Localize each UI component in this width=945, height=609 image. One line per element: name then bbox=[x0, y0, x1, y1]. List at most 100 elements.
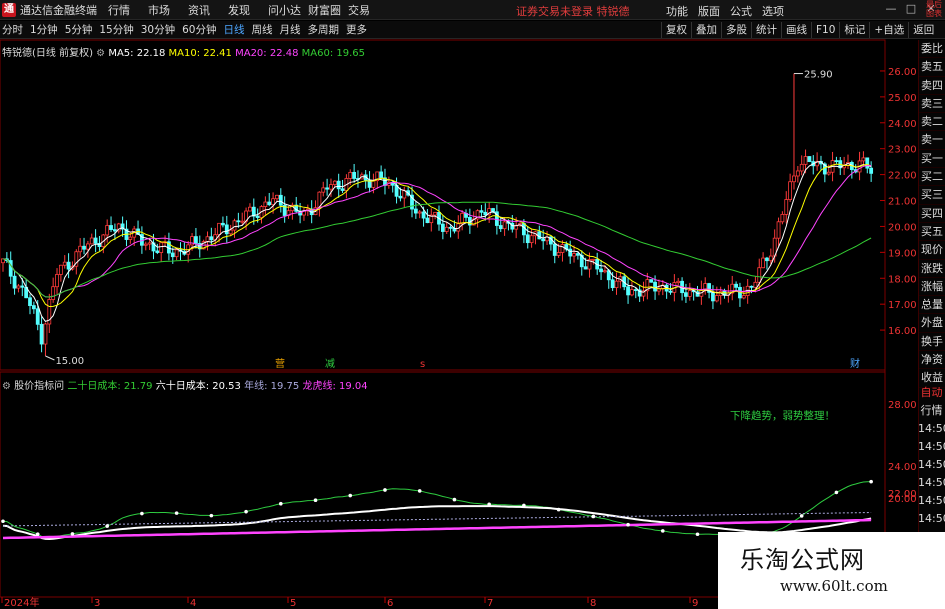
price-tick: 19.00 bbox=[888, 248, 917, 259]
menu-ask[interactable]: 问小达 bbox=[266, 2, 306, 18]
candle-body bbox=[325, 187, 330, 190]
menu-market[interactable]: 市场 bbox=[146, 2, 186, 18]
maximize-icon[interactable]: □ bbox=[901, 2, 921, 15]
menu-discover[interactable]: 发现 bbox=[226, 2, 266, 18]
date-label: 7 bbox=[487, 598, 493, 609]
candle-body bbox=[31, 305, 36, 310]
candle-body bbox=[541, 238, 546, 242]
panel-item: 买二 bbox=[919, 168, 945, 187]
menu-formula[interactable]: 公式 bbox=[730, 3, 752, 19]
auto-button[interactable]: 自动 bbox=[918, 384, 945, 402]
login-notice[interactable]: 证券交易未登录 特锐德 bbox=[516, 3, 630, 19]
menu-function[interactable]: 功能 bbox=[666, 3, 688, 19]
tab-30min[interactable]: 30分钟 bbox=[141, 22, 175, 37]
candle-body bbox=[576, 253, 580, 256]
panel-item: 买四 bbox=[919, 205, 945, 223]
tab-60min[interactable]: 60分钟 bbox=[182, 22, 216, 37]
tab-1min[interactable]: 1分钟 bbox=[30, 22, 58, 37]
sub-legend: ⚙ 股价指标问 二十日成本: 21.79 六十日成本: 20.53 年线: 19… bbox=[2, 377, 368, 392]
candle-body bbox=[560, 244, 565, 253]
candle-body bbox=[379, 171, 384, 179]
app-title: 通达信金融终端 bbox=[20, 3, 97, 17]
tool-add-watchlist[interactable]: +自选 bbox=[869, 22, 908, 38]
menu-quotes[interactable]: 行情 bbox=[106, 2, 146, 18]
main-panel-frame bbox=[0, 39, 886, 371]
cost-dot bbox=[556, 507, 561, 512]
candle-body bbox=[761, 257, 766, 269]
tool-multi[interactable]: 多股 bbox=[721, 22, 751, 38]
menu-news[interactable]: 资讯 bbox=[186, 2, 226, 18]
candle-body bbox=[336, 180, 341, 190]
menu-layout[interactable]: 版面 bbox=[698, 3, 720, 19]
candle-body bbox=[232, 220, 237, 231]
minimize-icon[interactable]: — bbox=[881, 2, 901, 15]
candle-body bbox=[66, 261, 71, 270]
event-marker: 减 bbox=[325, 358, 335, 370]
menu-trade[interactable]: 交易 bbox=[346, 2, 386, 18]
tab-multi-period[interactable]: 多周期 bbox=[308, 22, 340, 37]
candle-body bbox=[16, 285, 21, 289]
app-logo: 通 通达信金融终端 bbox=[0, 0, 106, 20]
tool-stats[interactable]: 统计 bbox=[751, 22, 781, 38]
candle-body bbox=[649, 279, 654, 283]
tool-overlay[interactable]: 叠加 bbox=[691, 22, 721, 38]
indicator-name[interactable]: 股价指标问 bbox=[14, 381, 64, 392]
tab-more[interactable]: 更多 bbox=[346, 22, 367, 37]
cost-dot bbox=[70, 532, 75, 536]
tab-intraday[interactable]: 分时 bbox=[2, 22, 23, 37]
tool-back[interactable]: 返回 bbox=[908, 22, 938, 38]
candle-body bbox=[525, 234, 530, 244]
date-label: 3 bbox=[94, 598, 100, 609]
candle-body bbox=[633, 289, 638, 291]
tool-mark[interactable]: 标记 bbox=[839, 22, 869, 38]
cost-dot bbox=[1, 519, 5, 524]
candle-body bbox=[799, 163, 804, 172]
candle-body bbox=[780, 213, 785, 223]
candle-body bbox=[93, 237, 98, 244]
tool-f10[interactable]: F10 bbox=[811, 22, 839, 38]
candle-body bbox=[340, 188, 345, 191]
candle-body bbox=[448, 226, 453, 229]
cost-dot bbox=[626, 522, 630, 527]
candle-body bbox=[768, 255, 773, 262]
period-tabs: 分时 1分钟 5分钟 15分钟 30分钟 60分钟 日线 周线 月线 多周期 更… bbox=[0, 22, 374, 37]
candle-body bbox=[444, 226, 449, 232]
cost-dot bbox=[591, 514, 596, 519]
low-pointer bbox=[45, 355, 55, 361]
candle-body bbox=[263, 201, 268, 207]
candle-body bbox=[20, 285, 25, 288]
high-price-label: 25.90 bbox=[804, 70, 833, 81]
candle-body bbox=[82, 245, 86, 250]
candle-body bbox=[788, 181, 793, 200]
kline-chart: 26.00 25.00 24.00 23.00 22.00 21.00 20.00 19.00… bbox=[0, 39, 917, 609]
tab-monthly[interactable]: 月线 bbox=[280, 22, 301, 37]
tab-15min[interactable]: 15分钟 bbox=[99, 22, 133, 37]
candle-body bbox=[275, 194, 279, 200]
panel-item: 涨跌 bbox=[919, 260, 945, 278]
candle-body bbox=[170, 252, 175, 258]
tick-time: 14:50 bbox=[918, 476, 945, 489]
tab-5min[interactable]: 5分钟 bbox=[65, 22, 93, 37]
menu-wealth[interactable]: 财富圈 bbox=[306, 2, 346, 18]
low-price-label: 15.00 bbox=[55, 356, 84, 367]
candle-body bbox=[741, 295, 746, 299]
panel-item: 卖二 bbox=[919, 113, 945, 132]
ma10-label: MA10: 22.41 bbox=[168, 48, 232, 59]
date-label: 4 bbox=[190, 598, 196, 609]
candle-body bbox=[271, 198, 275, 206]
sub-tick: 24.00 bbox=[888, 462, 917, 473]
candle-body bbox=[834, 160, 839, 163]
candle-body bbox=[248, 206, 252, 212]
candle-body bbox=[572, 253, 576, 257]
candle-body bbox=[147, 242, 152, 245]
settings-icon[interactable]: ⚙ bbox=[2, 381, 11, 392]
tick-time: 14:50 bbox=[918, 458, 945, 471]
menu-options[interactable]: 选项 bbox=[762, 3, 784, 19]
candle-body bbox=[89, 237, 94, 245]
settings-icon[interactable]: ⚙ bbox=[96, 48, 105, 59]
tab-daily[interactable]: 日线 bbox=[224, 22, 245, 37]
tool-draw[interactable]: 画线 bbox=[781, 22, 811, 38]
cost-dot bbox=[834, 490, 839, 495]
tab-weekly[interactable]: 周线 bbox=[252, 22, 273, 37]
tool-adjust[interactable]: 复权 bbox=[661, 22, 691, 38]
